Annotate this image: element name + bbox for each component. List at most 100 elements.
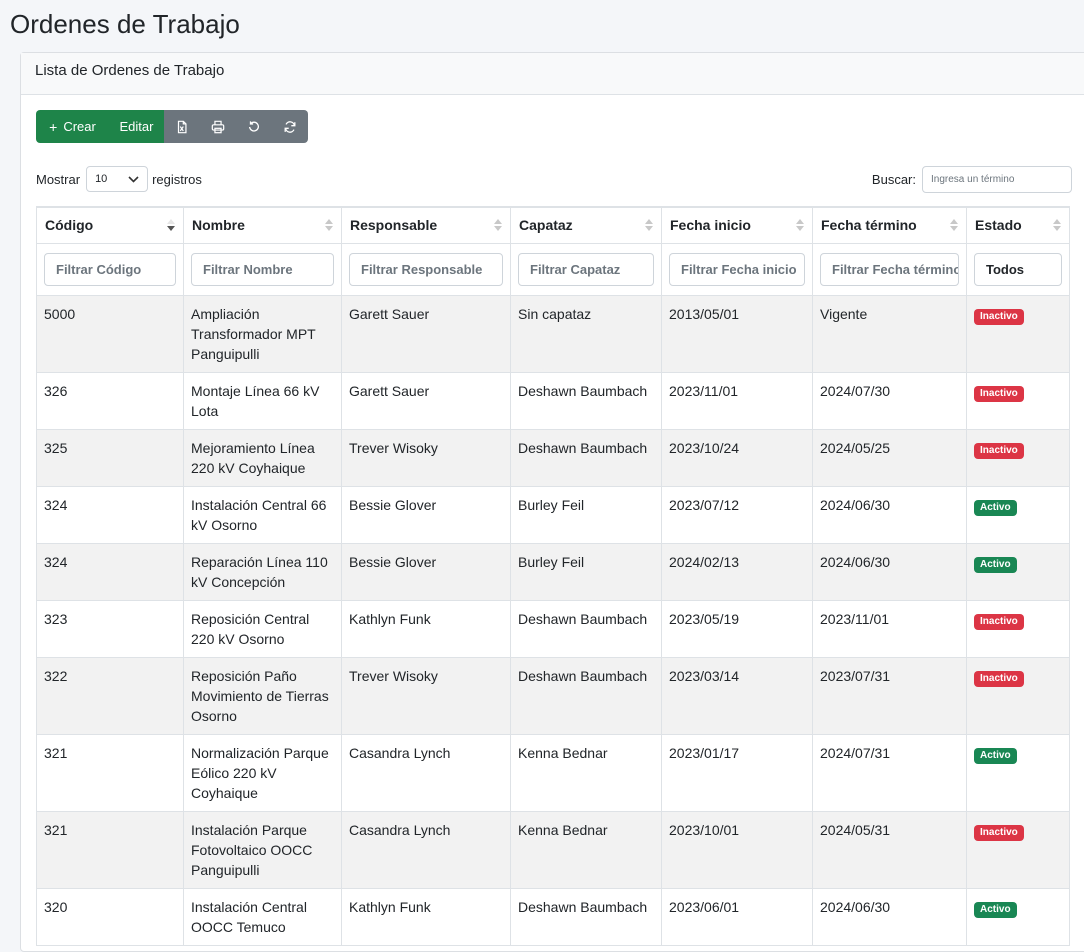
refresh-icon xyxy=(284,120,296,133)
table-row[interactable]: 324 Instalación Central 66 kV Osorno Bessi… xyxy=(36,486,1070,544)
cell-estado: Inactivo xyxy=(966,372,1070,430)
table-row[interactable]: 323 Reposición Central 220 kV Osorno Kathl… xyxy=(36,600,1070,658)
cell-responsable: Bessie Glover xyxy=(341,543,511,601)
search-label: Buscar: xyxy=(871,172,916,187)
filter-capataz-input[interactable]: Filtrar Capataz xyxy=(518,253,654,286)
cell-inicio: 2023/10/24 xyxy=(661,429,813,487)
status-badge: Activo xyxy=(974,557,1017,573)
cell-nombre: Reposición Central 220 kV Osorno xyxy=(183,600,342,658)
cell-capataz: Burley Feil xyxy=(510,543,662,601)
edit-button-label: Editar xyxy=(119,119,154,134)
cell-capataz: Deshawn Baumbach xyxy=(510,372,662,430)
cell-responsable: Garett Sauer xyxy=(341,295,511,373)
cell-termino: 2024/07/31 xyxy=(812,734,967,812)
cell-nombre: Reposición Paño Movimiento de Tierras Os… xyxy=(183,657,342,735)
cell-responsable: Bessie Glover xyxy=(341,486,511,544)
cell-estado: Inactivo xyxy=(966,657,1070,735)
page-title: Ordenes de Trabajo xyxy=(10,9,240,39)
cell-codigo: 324 xyxy=(36,543,184,601)
length-prefix: Mostrar xyxy=(36,171,81,187)
filter-codigo-input[interactable]: Filtrar Código xyxy=(44,253,176,286)
filter-nombre-input[interactable]: Filtrar Nombre xyxy=(191,253,334,286)
cell-responsable: Casandra Lynch xyxy=(341,734,511,812)
refresh-button[interactable] xyxy=(272,110,308,143)
status-badge: Inactivo xyxy=(974,671,1024,687)
cell-nombre: Normalización Parque Eólico 220 kV Coyha… xyxy=(183,734,342,812)
cell-estado: Inactivo xyxy=(966,811,1070,889)
status-badge: Activo xyxy=(974,902,1017,918)
cell-codigo: 320 xyxy=(36,888,184,946)
column-header-responsable[interactable]: Responsable xyxy=(341,206,511,244)
export-excel-button[interactable] xyxy=(164,110,200,143)
filter-estado-select[interactable]: Todos xyxy=(974,253,1062,286)
cell-inicio: 2023/10/01 xyxy=(661,811,813,889)
cell-codigo: 321 xyxy=(36,811,184,889)
create-button[interactable]: + Crear xyxy=(36,110,109,143)
cell-responsable: Kathlyn Funk xyxy=(341,600,511,658)
cell-nombre: Montaje Línea 66 kV Lota xyxy=(183,372,342,430)
sort-icon xyxy=(796,219,804,233)
status-badge: Inactivo xyxy=(974,825,1024,841)
cell-termino: Vigente xyxy=(812,295,967,373)
card-title: Lista de Ordenes de Trabajo xyxy=(21,53,1084,95)
column-header-fecha-termino[interactable]: Fecha término xyxy=(812,206,967,244)
cell-inicio: 2013/05/01 xyxy=(661,295,813,373)
cell-capataz: Sin capataz xyxy=(510,295,662,373)
cell-codigo: 322 xyxy=(36,657,184,735)
search-control: Buscar: Ingresa un término xyxy=(872,166,1072,193)
cell-codigo: 325 xyxy=(36,429,184,487)
cell-nombre: Reparación Línea 110 kV Concepción xyxy=(183,543,342,601)
plus-icon: + xyxy=(49,118,58,135)
cell-codigo: 324 xyxy=(36,486,184,544)
cell-inicio: 2023/11/01 xyxy=(661,372,813,430)
cell-estado: Activo xyxy=(966,486,1070,544)
length-suffix: registros xyxy=(152,171,202,187)
cell-inicio: 2023/07/12 xyxy=(661,486,813,544)
filter-fecha-termino-input[interactable]: Filtrar Fecha término xyxy=(820,253,959,286)
sort-icon xyxy=(325,219,333,233)
column-header-estado[interactable]: Estado xyxy=(966,206,1070,244)
sort-desc-icon xyxy=(167,219,175,233)
cell-termino: 2024/06/30 xyxy=(812,888,967,946)
table-row[interactable]: 326 Montaje Línea 66 kV Lota Garett Sauer D… xyxy=(36,372,1070,430)
chevron-down-icon xyxy=(128,175,139,183)
table-row[interactable]: 320 Instalación Central OOCC Temuco Kathly… xyxy=(36,888,1070,946)
cell-codigo: 326 xyxy=(36,372,184,430)
status-badge: Inactivo xyxy=(974,386,1024,402)
column-header-capataz[interactable]: Capataz xyxy=(510,206,662,244)
edit-button[interactable]: Editar xyxy=(109,110,164,143)
filter-responsable-input[interactable]: Filtrar Responsable xyxy=(349,253,503,286)
sort-icon xyxy=(1053,219,1061,233)
cell-termino: 2024/07/30 xyxy=(812,372,967,430)
status-badge: Activo xyxy=(974,500,1017,516)
sort-icon xyxy=(645,219,653,233)
column-header-codigo[interactable]: Código xyxy=(36,206,184,244)
cell-capataz: Kenna Bednar xyxy=(510,811,662,889)
table-row[interactable]: 324 Reparación Línea 110 kV Concepción Bes… xyxy=(36,543,1070,601)
file-excel-icon xyxy=(177,120,187,133)
cell-estado: Activo xyxy=(966,543,1070,601)
cell-nombre: Instalación Parque Fotovoltaico OOCC Pan… xyxy=(183,811,342,889)
column-header-fecha-inicio[interactable]: Fecha inicio xyxy=(661,206,813,244)
cell-inicio: 2024/02/13 xyxy=(661,543,813,601)
reset-button[interactable] xyxy=(236,110,272,143)
cell-inicio: 2023/05/19 xyxy=(661,600,813,658)
cell-nombre: Ampliación Transformador MPT Panguipulli xyxy=(183,295,342,373)
sort-icon xyxy=(494,219,502,233)
page-length-select[interactable]: 10 xyxy=(86,166,149,192)
table-row[interactable]: 321 Normalización Parque Eólico 220 kV Co… xyxy=(36,734,1070,812)
table-row[interactable]: 5000 Ampliación Transformador MPT Panguip… xyxy=(36,295,1070,373)
cell-termino: 2024/06/30 xyxy=(812,486,967,544)
table-row[interactable]: 321 Instalación Parque Fotovoltaico OOCC … xyxy=(36,811,1070,889)
table-row[interactable]: 322 Reposición Paño Movimiento de Tierras… xyxy=(36,657,1070,735)
column-header-nombre[interactable]: Nombre xyxy=(183,206,342,244)
cell-termino: 2024/06/30 xyxy=(812,543,967,601)
cell-responsable: Casandra Lynch xyxy=(341,811,511,889)
table-row[interactable]: 325 Mejoramiento Línea 220 kV Coyhaique Tr… xyxy=(36,429,1070,487)
print-button[interactable] xyxy=(200,110,236,143)
cell-responsable: Trever Wisoky xyxy=(341,657,511,735)
filter-fecha-inicio-input[interactable]: Filtrar Fecha inicio xyxy=(669,253,805,286)
rotate-ccw-icon xyxy=(248,120,259,132)
page-length-control: Mostrar 10 registros xyxy=(36,166,202,192)
search-input[interactable]: Ingresa un término xyxy=(922,166,1072,193)
